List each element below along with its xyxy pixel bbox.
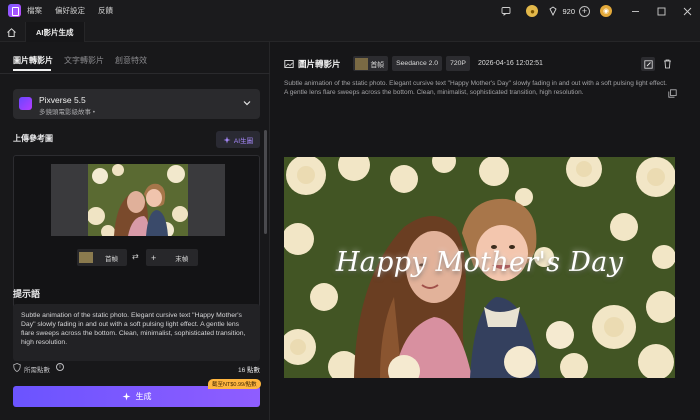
- cost-label: 所需點數: [24, 367, 50, 374]
- copy-icon[interactable]: [668, 89, 677, 98]
- app-window: 檔案 偏好設定 反饋 ● 920 + ◉ AI影片生成 圖片轉影片 文字轉影片 …: [0, 0, 700, 420]
- promo-badge: 截至NT$0.99/點數: [208, 379, 261, 389]
- cost-value: 16 點數: [237, 367, 260, 374]
- ai-image-label: AI生圖: [233, 137, 254, 145]
- active-tab-indicator: [13, 69, 51, 71]
- trash-icon[interactable]: [660, 57, 674, 71]
- last-frame-chip[interactable]: + 末幀: [146, 249, 198, 266]
- add-credits-button[interactable]: +: [579, 5, 590, 17]
- ai-image-button[interactable]: AI生圖: [216, 131, 260, 148]
- generate-button[interactable]: 生成: [13, 386, 260, 407]
- chevron-down-icon: [243, 101, 251, 106]
- video-caption: Happy Mother's Day: [335, 247, 624, 278]
- model-name: Pixverse 5.5: [39, 95, 86, 105]
- message-icon[interactable]: [500, 5, 512, 17]
- menu-file[interactable]: 檔案: [27, 5, 42, 16]
- model-chip: Seedance 2.0: [392, 56, 443, 71]
- model-logo-icon: [19, 97, 32, 110]
- info-icon[interactable]: i: [56, 363, 64, 371]
- divider: [0, 73, 270, 74]
- result-panel: 圖片轉影片 首幀 Seedance 2.0 720P 2026-04-16 12…: [271, 42, 700, 420]
- result-title: 圖片轉影片: [298, 58, 341, 69]
- left-panel: 圖片轉影片 文字轉影片 創意特效 Pixverse 5.5 多鏡頭電影級故事 •…: [0, 42, 270, 420]
- first-frame-thumb: [79, 252, 93, 263]
- model-select[interactable]: Pixverse 5.5 多鏡頭電影級故事 •: [13, 89, 260, 119]
- last-frame-label: 末幀: [175, 255, 189, 263]
- image-icon: [284, 59, 294, 68]
- result-header: 圖片轉影片 首幀 Seedance 2.0 720P 2026-04-16 12…: [284, 55, 543, 72]
- first-frame-label: 首幀: [105, 255, 118, 263]
- mode-tabs: 圖片轉影片 文字轉影片 創意特效: [13, 55, 147, 66]
- tab-text-to-video[interactable]: 文字轉影片: [64, 55, 104, 66]
- first-frame-chip[interactable]: 首幀: [77, 249, 127, 266]
- menu-feedback[interactable]: 反饋: [98, 5, 113, 16]
- close-icon[interactable]: [674, 0, 700, 22]
- cost-row: 所需點數 i 16 點數: [13, 363, 260, 375]
- avatar[interactable]: ◉: [600, 5, 612, 17]
- upload-section-title: 上傳參考圖: [13, 134, 53, 143]
- tab-image-to-video[interactable]: 圖片轉影片: [13, 55, 53, 66]
- title-bar: 檔案 偏好設定 反饋 ● 920 + ◉: [0, 0, 700, 22]
- home-icon[interactable]: [4, 25, 19, 39]
- model-description: 多鏡頭電影級故事 •: [39, 109, 96, 116]
- panel-scrollbar[interactable]: [264, 130, 267, 234]
- prompt-input[interactable]: Subtle animation of the static photo. El…: [13, 304, 260, 361]
- tab-bar: AI影片生成: [0, 22, 700, 42]
- coin-icon[interactable]: ●: [526, 5, 539, 17]
- reference-image: [88, 164, 188, 236]
- reference-preview: [51, 164, 225, 236]
- title-bar-controls: ● 920 + ◉: [500, 0, 700, 22]
- minimize-icon[interactable]: [622, 0, 648, 22]
- resolution-chip: 720P: [446, 56, 470, 71]
- frame-chip: 首幀: [352, 56, 389, 71]
- result-description: Subtle animation of the static photo. El…: [284, 80, 667, 96]
- frame-thumbnail: [354, 57, 368, 70]
- sparkle-icon: [122, 392, 130, 401]
- reference-upload-area[interactable]: 首幀 ⇄ + 末幀: [13, 155, 260, 315]
- video-preview[interactable]: Happy Mother's Day: [284, 157, 675, 378]
- maximize-icon[interactable]: [648, 0, 674, 22]
- gem-icon: [547, 5, 559, 17]
- edit-icon[interactable]: [641, 57, 655, 71]
- plus-icon: +: [151, 252, 157, 263]
- timestamp: 2026-04-16 12:02:51: [477, 60, 543, 67]
- menu-bar: 檔案 偏好設定 反饋: [27, 5, 113, 16]
- credit-balance: 920: [562, 6, 575, 16]
- sparkle-icon: [223, 136, 231, 143]
- tab-ai-video[interactable]: AI影片生成: [25, 22, 85, 42]
- menu-preferences[interactable]: 偏好設定: [55, 5, 85, 16]
- swap-icon[interactable]: ⇄: [132, 252, 139, 261]
- tab-creative-effects[interactable]: 創意特效: [115, 55, 147, 66]
- prompt-section-title: 提示語: [13, 289, 41, 299]
- generate-label: 生成: [135, 392, 152, 401]
- shield-icon: [13, 363, 21, 374]
- frame-chip-label: 首幀: [370, 61, 385, 69]
- app-logo-icon: [8, 4, 21, 17]
